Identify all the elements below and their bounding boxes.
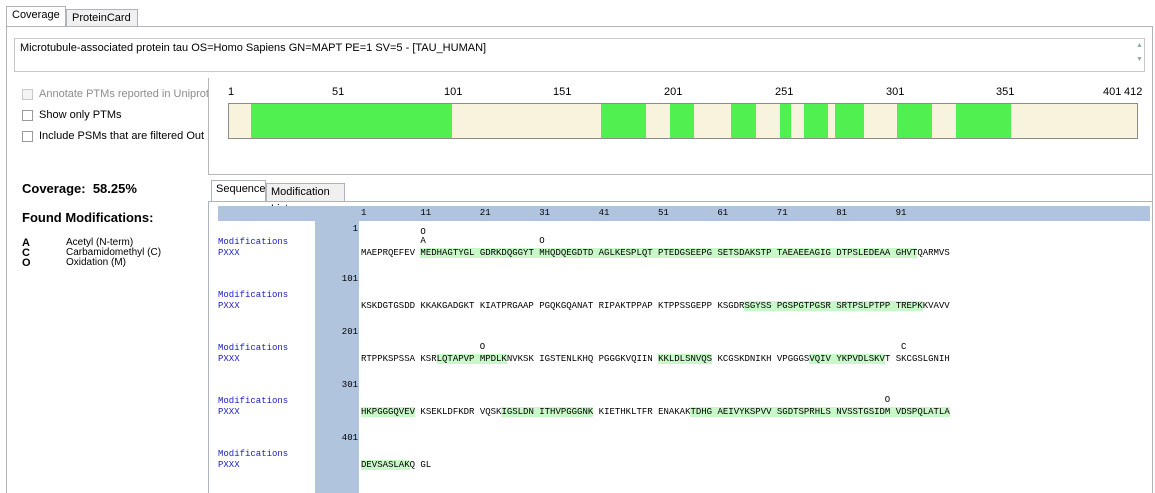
column-number: 41 (598, 208, 610, 218)
block-start-number: 201 (341, 327, 358, 337)
column-number: 91 (895, 208, 907, 218)
coverage-bar (228, 103, 1138, 139)
block-start-number: 1 (352, 224, 358, 234)
covered-peptide: VQIV YKPVDLSKV (809, 354, 885, 364)
modifications-row-label: Modifications (218, 343, 289, 353)
covered-peptide: DEVSASLAK (361, 460, 410, 470)
coverage-segment (251, 104, 452, 138)
column-number: 51 (658, 208, 669, 218)
coverage-value: 58.25% (92, 181, 137, 196)
description-scrollbar[interactable]: ▲ ▼ (1135, 39, 1144, 71)
coverage-segment (669, 104, 694, 138)
legend-name: Oxidation (M) (66, 257, 127, 268)
coverage-tick: 412 (1124, 86, 1143, 98)
coverage-tick: 1 (228, 86, 235, 98)
modifications-row-label: Modifications (218, 290, 289, 300)
sequence-line[interactable]: RTPPKSPSSA KSRLQTAPVP MPDLKNVKSK IGSTENL… (361, 353, 950, 365)
block-start-number: 401 (341, 433, 358, 443)
pxxx-row-label: PXXX (218, 460, 240, 470)
coverage-segment (896, 104, 933, 138)
covered-peptide: HKPGGGQVEV (361, 407, 416, 417)
sequence-line[interactable]: KSKDGTGSDD KKAKGADGKT KIATPRGAAP PGQKGQA… (361, 300, 950, 312)
coverage-tick: 301 (886, 86, 905, 98)
column-number: 71 (776, 208, 788, 218)
modifications-row-label: Modifications (218, 449, 289, 459)
sequence-line[interactable]: MAEPRQEFEV MEDHAGTYGL GDRKDQGGYT MHQDQEG… (361, 247, 950, 259)
include-filtered-option[interactable]: Include PSMs that are filtered Out (22, 128, 204, 144)
block-start-number: 301 (341, 380, 358, 390)
pxxx-row-label: PXXX (218, 407, 240, 417)
modifications-row-label: Modifications (218, 237, 289, 247)
column-number: 81 (836, 208, 847, 218)
column-number: 11 (420, 208, 432, 218)
tab-modification-list[interactable]: Modification List (266, 183, 345, 215)
covered-peptide: KKLDLSNVQS (658, 354, 713, 364)
coverage-tick: 201 (664, 86, 683, 98)
column-number: 31 (539, 208, 550, 218)
protein-description: Microtubule-associated protein tau OS=Ho… (20, 42, 487, 54)
covered-peptide: SGYSS PGSPGTPGSR SRTPSLPTPP TREPK (744, 301, 923, 311)
modifications-row-label: Modifications (218, 396, 289, 406)
show-only-ptms-checkbox[interactable] (22, 109, 33, 121)
tab-proteincard[interactable]: ProteinCard (66, 9, 138, 27)
modification-marker: O (884, 395, 891, 405)
coverage-tick: 151 (553, 86, 572, 98)
modification-marker: C (901, 342, 907, 352)
block-start-number: 101 (341, 274, 358, 284)
coverage-tick: 251 (775, 86, 794, 98)
coverage-segment (956, 104, 1012, 138)
pxxx-row-label: PXXX (218, 354, 240, 364)
covered-peptide: LQTAPVP MPDLK (436, 354, 507, 364)
modification-marker: O (479, 342, 486, 352)
show-only-ptms-option[interactable]: Show only PTMs (22, 107, 122, 123)
coverage-segment (601, 104, 646, 138)
coverage-summary: Coverage: 58.25% (22, 181, 137, 196)
coverage-tick: 51 (332, 86, 345, 98)
legend-code: O (22, 257, 31, 269)
annotate-ptms-checkbox (22, 88, 33, 100)
sequence-gutter (315, 221, 359, 493)
modification-marker: O (539, 236, 545, 246)
tab-coverage[interactable]: Coverage (6, 6, 66, 28)
coverage-tick: 351 (996, 86, 1015, 98)
annotate-ptms-label: Annotate PTMs reported in Uniprot (39, 88, 209, 100)
include-filtered-label[interactable]: Include PSMs that are filtered Out (39, 130, 204, 142)
column-number: 1 (361, 208, 367, 218)
coverage-segment (779, 104, 791, 138)
legend-row-oxidation: O Oxidation (M) (22, 257, 127, 269)
modification-marker: A (420, 236, 426, 246)
annotate-ptms-option: Annotate PTMs reported in Uniprot (22, 86, 209, 102)
covered-peptide: TDHG AEIVYKSPVV SGDTSPRHLS NVSSTGSIDM VD… (690, 407, 950, 417)
coverage-segment (804, 104, 829, 138)
main-tabstrip: Coverage ProteinCard (6, 4, 1151, 28)
column-number: 61 (717, 208, 729, 218)
sequence-line[interactable]: DEVSASLAKQ GL (361, 459, 431, 471)
covered-peptide: MEDHAGTYGL GDRKDQGGYT MHQDQEGDTD AGLKESP… (420, 248, 918, 258)
coverage-segment (835, 104, 864, 138)
pxxx-row-label: PXXX (218, 248, 240, 258)
covered-peptide: IGSLDN ITHVPGGGNK (501, 407, 594, 417)
found-modifications-title: Found Modifications: (22, 210, 154, 225)
sequence-header (218, 206, 1150, 221)
include-filtered-checkbox[interactable] (22, 130, 33, 142)
coverage-tick: 401 (1103, 86, 1122, 98)
coverage-tick: 101 (444, 86, 463, 98)
coverage-label: Coverage: (22, 181, 86, 196)
sequence-line[interactable]: HKPGGGQVEV KSEKLDFKDR VQSKIGSLDN ITHVPGG… (361, 406, 950, 418)
column-number: 21 (479, 208, 491, 218)
coverage-segment (731, 104, 756, 138)
pxxx-row-label: PXXX (218, 301, 240, 311)
tab-sequence[interactable]: Sequence (211, 180, 266, 202)
show-only-ptms-label[interactable]: Show only PTMs (39, 109, 122, 121)
